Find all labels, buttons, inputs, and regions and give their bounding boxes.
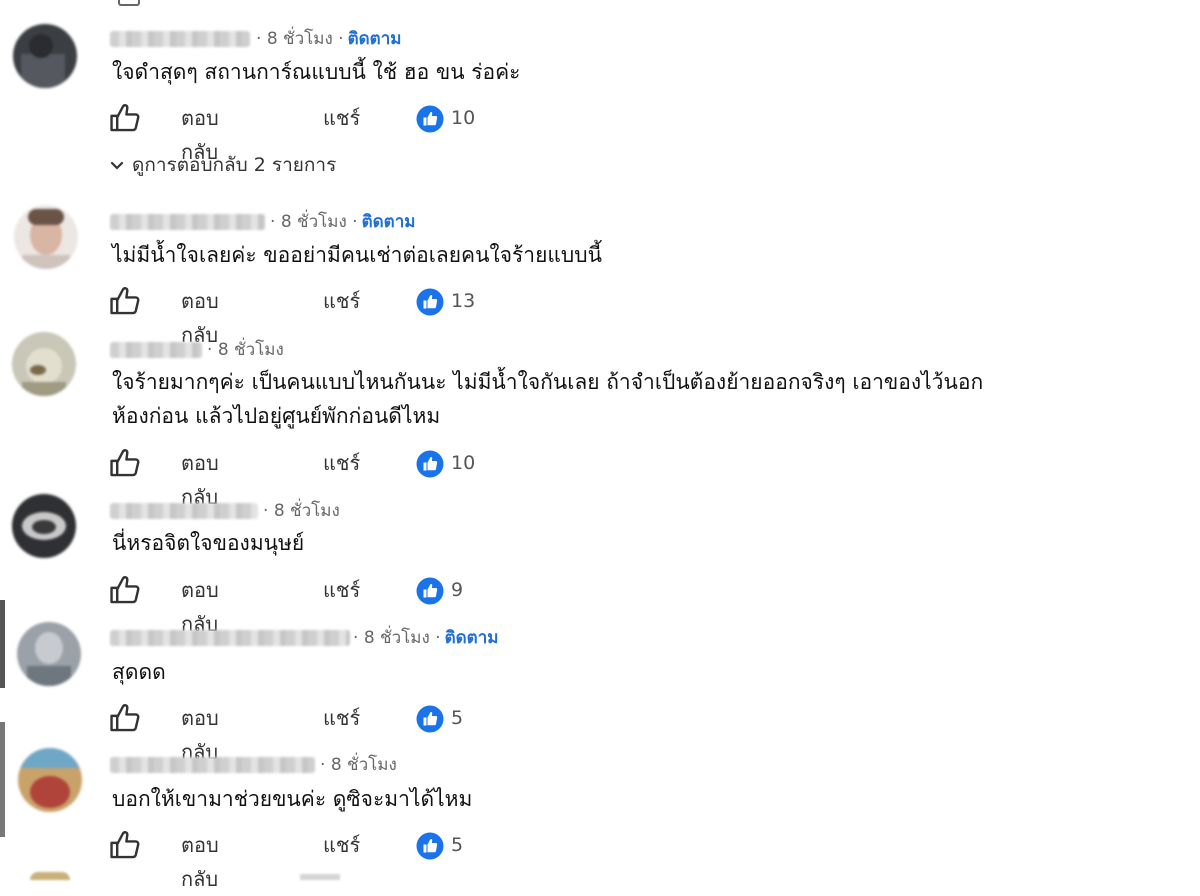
comment-text: ไม่มีน้ำใจเลยค่ะ ขออย่ามีคนเช่าต่อเลยคนใ… — [112, 238, 602, 272]
reaction-like-icon[interactable] — [416, 288, 444, 316]
separator: · — [256, 29, 262, 49]
comment-time[interactable]: 8 ชั่วโมง — [218, 340, 284, 360]
separator: · — [435, 628, 441, 648]
comment-time[interactable]: 8 ชั่วโมง — [274, 501, 340, 521]
follow-link[interactable]: ติดตาม — [348, 29, 402, 49]
avatar[interactable] — [12, 332, 76, 396]
username-blurred[interactable] — [110, 630, 350, 646]
avatar[interactable] — [13, 24, 77, 88]
reaction-like-icon[interactable] — [416, 450, 444, 478]
separator: · — [270, 212, 276, 232]
share-button[interactable]: แชร์ — [323, 284, 360, 318]
reaction-like-icon[interactable] — [416, 832, 444, 860]
username-blurred[interactable] — [110, 342, 202, 358]
share-button[interactable]: แชร์ — [323, 446, 360, 480]
comment-time[interactable]: 8 ชั่วโมง — [364, 628, 430, 648]
comment-meta: · 8 ชั่วโมง — [207, 340, 284, 360]
view-replies-label: ดูการตอบกลับ 2 รายการ — [132, 154, 337, 176]
like-icon[interactable] — [108, 573, 142, 607]
separator: · — [338, 29, 344, 49]
reaction-count[interactable]: 5 — [451, 828, 463, 862]
reaction-like-icon[interactable] — [416, 577, 444, 605]
left-edge-mark — [0, 600, 5, 688]
comment-text: บอกให้เขามาช่วยขนค่ะ ดูซิจะมาได้ไหม — [112, 782, 472, 816]
share-button[interactable]: แชร์ — [323, 573, 360, 607]
comment-text-line: ใจร้ายมากๆค่ะ เป็นคนแบบไหนกันนะ ไม่มีน้ำ… — [112, 370, 984, 394]
next-comment-name-remnant — [300, 874, 340, 880]
comment-text-line: ใจดำสุดๆ สถานการ์ณแบบนี้ ใช้ ฮอ ขน ร่อค่… — [112, 60, 521, 84]
comment-meta: · 8 ชั่วโมง · ติดตาม — [256, 29, 401, 49]
comment-time[interactable]: 8 ชั่วโมง — [267, 29, 333, 49]
comment-text-line: สุดดด — [112, 660, 166, 684]
reply-button[interactable]: ตอบกลับ — [181, 828, 219, 896]
comment-meta: · 8 ชั่วโมง — [320, 755, 397, 775]
comment-text: นี่หรอจิตใจของมนุษย์ — [112, 526, 304, 560]
reaction-count[interactable]: 5 — [451, 701, 463, 735]
next-comment-avatar-remnant — [30, 872, 70, 880]
avatar[interactable] — [18, 748, 82, 812]
like-icon[interactable] — [108, 284, 142, 318]
separator: · — [320, 755, 326, 775]
avatar[interactable] — [12, 494, 76, 558]
comment-time[interactable]: 8 ชั่วโมง — [331, 755, 397, 775]
like-icon[interactable] — [108, 701, 142, 735]
comment-time[interactable]: 8 ชั่วโมง — [281, 212, 347, 232]
comment-text: ใจร้ายมากๆค่ะ เป็นคนแบบไหนกันนะ ไม่มีน้ำ… — [112, 365, 983, 433]
previous-comment-remnant — [118, 0, 140, 6]
follow-link[interactable]: ติดตาม — [445, 628, 499, 648]
like-icon[interactable] — [108, 828, 142, 862]
reaction-count[interactable]: 9 — [451, 573, 463, 607]
follow-link[interactable]: ติดตาม — [362, 212, 416, 232]
comment-meta: · 8 ชั่วโมง · ติดตาม — [270, 212, 415, 232]
like-icon[interactable] — [108, 446, 142, 480]
comment-text: สุดดด — [112, 655, 166, 689]
reaction-like-icon[interactable] — [416, 705, 444, 733]
comment-text-line: ไม่มีน้ำใจเลยค่ะ ขออย่ามีคนเช่าต่อเลยคนใ… — [112, 243, 602, 267]
view-replies-toggle[interactable]: ดูการตอบกลับ 2 รายการ — [110, 150, 336, 180]
like-icon[interactable] — [108, 101, 142, 135]
share-button[interactable]: แชร์ — [323, 701, 360, 735]
username-blurred[interactable] — [110, 214, 265, 230]
username-blurred[interactable] — [110, 503, 258, 519]
share-button[interactable]: แชร์ — [323, 101, 360, 135]
comment-meta: · 8 ชั่วโมง · ติดตาม — [353, 628, 498, 648]
username-blurred[interactable] — [110, 757, 315, 773]
comment-meta: · 8 ชั่วโมง — [263, 501, 340, 521]
separator: · — [263, 501, 269, 521]
comment-text-line: บอกให้เขามาช่วยขนค่ะ ดูซิจะมาได้ไหม — [112, 787, 473, 811]
reaction-count[interactable]: 13 — [451, 284, 475, 318]
reaction-count[interactable]: 10 — [451, 101, 475, 135]
left-edge-mark — [0, 722, 5, 837]
comment-text: ใจดำสุดๆ สถานการ์ณแบบนี้ ใช้ ฮอ ขน ร่อค่… — [112, 55, 520, 89]
avatar[interactable] — [17, 622, 81, 686]
reaction-like-icon[interactable] — [416, 105, 444, 133]
comment-text-line: ห้องก่อน แล้วไปอยู่ศูนย์พักก่อนดีไหม — [112, 404, 441, 428]
share-button[interactable]: แชร์ — [323, 828, 360, 862]
comment-text-line: นี่หรอจิตใจของมนุษย์ — [112, 531, 305, 555]
reaction-count[interactable]: 10 — [451, 446, 475, 480]
avatar[interactable] — [14, 205, 78, 269]
separator: · — [352, 212, 358, 232]
username-blurred[interactable] — [110, 31, 250, 47]
chevron-down-icon — [110, 150, 132, 180]
separator: · — [207, 340, 213, 360]
separator: · — [353, 628, 359, 648]
